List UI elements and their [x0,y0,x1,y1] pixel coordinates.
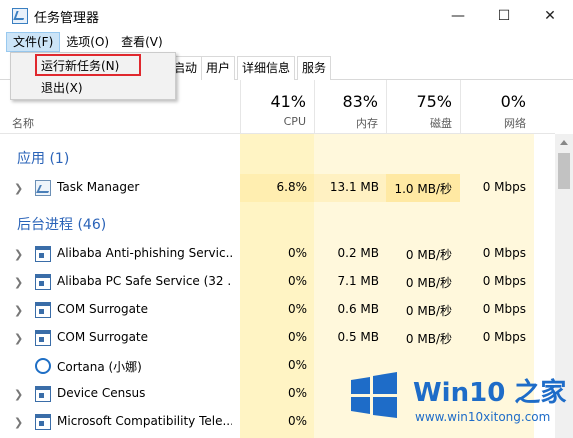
process-name: COM Surrogate [57,302,149,316]
process-name: COM Surrogate [57,330,149,344]
scroll-up-icon[interactable] [555,134,573,151]
group-apps: 应用 (1) [0,144,555,172]
process-name: Alibaba Anti-phishing Servic... [57,246,232,260]
cpu-value: 0% [287,414,307,428]
process-name: Device Census [57,386,146,400]
watermark-brand: Win10 之家 [413,378,567,408]
table-row[interactable]: ❯ Alibaba Anti-phishing Servic... 0% 0.2… [0,240,555,268]
chevron-right-icon[interactable]: ❯ [14,276,23,289]
network-value: 0 Mbps [482,330,526,344]
network-value: 0 Mbps [482,246,526,260]
tab-services[interactable]: 服务 [297,56,332,80]
memory-percent: 83% [342,92,378,111]
memory-value: 0.6 MB [337,302,379,316]
task-manager-icon [12,8,28,24]
column-disk[interactable]: 75% 磁盘 [386,80,460,134]
column-memory[interactable]: 83% 内存 [314,80,386,134]
cortana-icon [35,358,51,374]
disk-value: 1.0 MB/秒 [394,182,452,196]
window-icon [35,330,51,346]
window-icon [35,302,51,318]
process-name: Microsoft Compatibility Tele... [57,414,232,428]
window-icon [35,274,51,290]
menu-view[interactable]: 查看(V) [115,32,169,52]
menu-exit[interactable]: 退出(X) [11,78,175,98]
table-row[interactable]: ❯ Alibaba PC Safe Service (32 ... 0% 7.1… [0,268,555,296]
process-name: Alibaba PC Safe Service (32 ... [57,274,232,288]
chevron-right-icon[interactable]: ❯ [14,332,23,345]
cpu-value: 6.8% [276,180,308,194]
table-row[interactable]: ❯ COM Surrogate 0% 0.6 MB 0 MB/秒 0 Mbps [0,296,555,324]
table-row[interactable]: ❯ Task Manager 6.8% 13.1 MB 1.0 MB/秒 0 M… [0,174,555,202]
window-title: 任务管理器 [34,10,100,26]
menu-file[interactable]: 文件(F) [6,32,61,52]
menu-options[interactable]: 选项(O) [60,32,115,52]
chevron-right-icon[interactable]: ❯ [14,304,23,317]
memory-label: 内存 [356,117,378,130]
group-background-label: 后台进程 (46) [17,217,107,233]
disk-value: 0 MB/秒 [405,276,452,290]
cpu-value: 0% [287,302,307,316]
memory-value: 13.1 MB [329,180,379,194]
window-controls: — ☐ ✕ [435,0,573,32]
memory-value: 0.5 MB [337,330,379,344]
disk-percent: 75% [416,92,452,111]
chevron-right-icon[interactable]: ❯ [14,416,23,429]
window-icon [35,386,51,402]
tab-details[interactable]: 详细信息 [237,56,296,80]
disk-value: 0 MB/秒 [405,332,452,346]
table-row[interactable]: ❯ COM Surrogate 0% 0.5 MB 0 MB/秒 0 Mbps [0,324,555,352]
cpu-value: 0% [287,386,307,400]
cpu-percent: 41% [270,92,306,111]
chevron-right-icon[interactable]: ❯ [14,182,23,195]
maximize-button[interactable]: ☐ [481,0,527,32]
network-value: 0 Mbps [482,302,526,316]
menu-bar: 文件(F) 选项(O) 查看(V) [0,32,573,52]
chevron-right-icon[interactable]: ❯ [14,388,23,401]
cpu-value: 0% [287,330,307,344]
process-name: Cortana (小娜) [57,360,142,374]
network-value: 0 Mbps [482,274,526,288]
window-icon [35,414,51,430]
cpu-value: 0% [287,274,307,288]
memory-value: 0.2 MB [337,246,379,260]
memory-value: 7.1 MB [337,274,379,288]
highlight-box [35,54,141,76]
cpu-value: 0% [287,246,307,260]
process-name: Task Manager [57,180,140,194]
task-manager-icon [35,180,51,196]
tab-users[interactable]: 用户 [201,56,236,80]
scroll-thumb[interactable] [558,153,570,189]
column-cpu[interactable]: 41% CPU [240,80,314,134]
group-background: 后台进程 (46) [0,210,555,238]
windows-logo-icon [351,372,397,418]
disk-label: 磁盘 [430,117,452,130]
title-bar: 任务管理器 — ☐ ✕ [0,0,573,32]
window-icon [35,246,51,262]
network-label: 网络 [504,117,526,130]
cpu-label: CPU [283,115,306,128]
chevron-right-icon[interactable]: ❯ [14,248,23,261]
group-apps-label: 应用 (1) [17,151,70,167]
minimize-button[interactable]: — [435,0,481,32]
network-value: 0 Mbps [482,180,526,194]
close-button[interactable]: ✕ [527,0,573,32]
watermark: Win10 之家 www.win10xitong.com [333,360,573,438]
watermark-url: www.win10xitong.com [415,410,551,424]
column-network[interactable]: 0% 网络 [460,80,534,134]
disk-value: 0 MB/秒 [405,248,452,262]
network-percent: 0% [500,92,526,111]
file-menu-dropdown: 运行新任务(N) 退出(X) [10,52,176,100]
disk-value: 0 MB/秒 [405,304,452,318]
column-name[interactable]: 名称 [12,115,34,131]
cpu-value: 0% [287,358,307,372]
